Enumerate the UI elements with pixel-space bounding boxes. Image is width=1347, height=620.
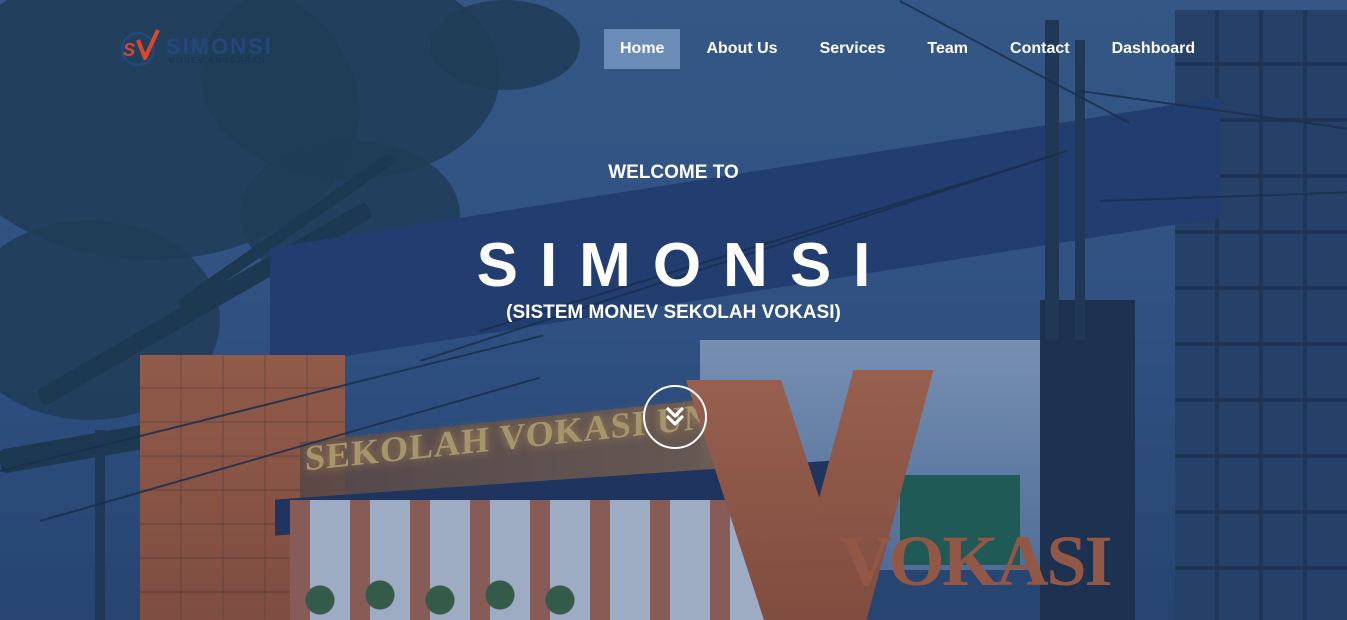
site-logo[interactable]: S SIMONSI MONEV ANGGARAN — [118, 28, 288, 70]
nav-team[interactable]: Team — [911, 29, 984, 69]
nav-contact[interactable]: Contact — [994, 29, 1086, 69]
sv-logo-icon: S — [120, 29, 160, 67]
logo-tagline: MONEV ANGGARAN — [168, 56, 266, 65]
nav-home[interactable]: Home — [604, 29, 681, 69]
hero-welcome: WELCOME TO — [608, 162, 739, 183]
scroll-down-button[interactable] — [643, 385, 707, 449]
hero-subtitle: (SISTEM MONEV SEKOLAH VOKASI) — [506, 302, 841, 323]
double-chevron-down-icon — [666, 407, 684, 426]
main-nav: Home About Us Services Team Contact Dash… — [604, 29, 1221, 69]
nav-dashboard[interactable]: Dashboard — [1096, 29, 1212, 69]
nav-about-us[interactable]: About Us — [690, 29, 793, 69]
hero-title: SIMONSI — [476, 231, 893, 300]
svg-text:S: S — [123, 40, 135, 60]
nav-services[interactable]: Services — [804, 29, 902, 69]
